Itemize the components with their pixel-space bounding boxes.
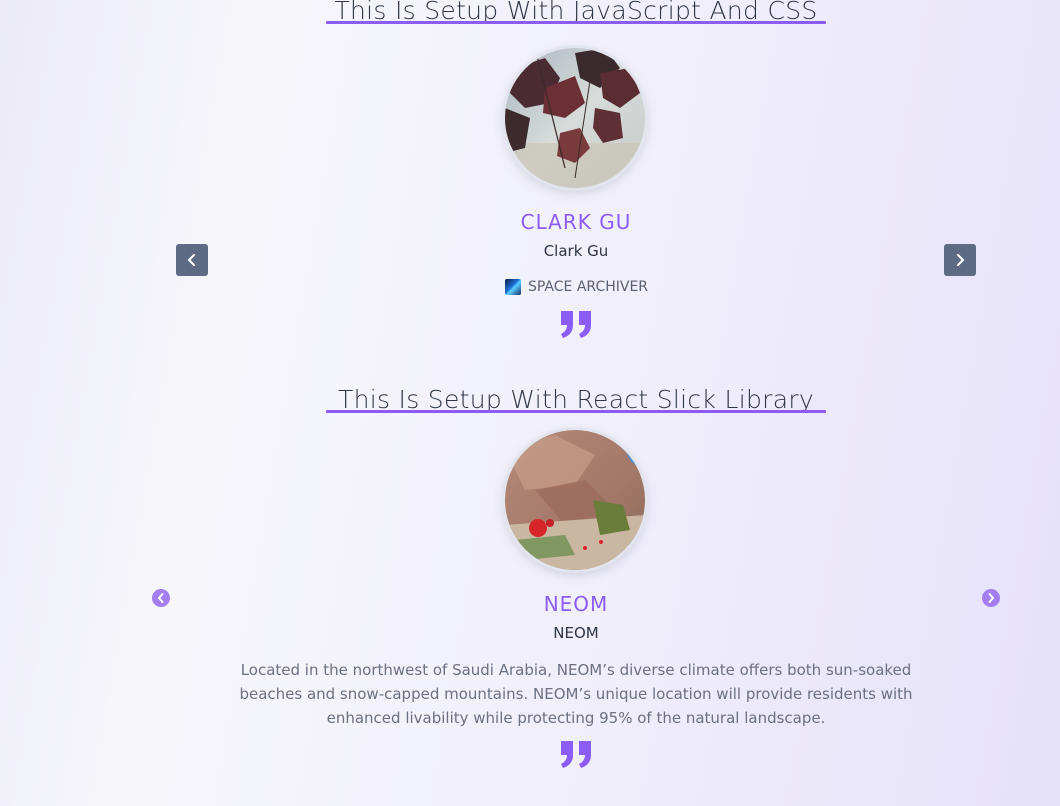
person-name: NEOM [553, 624, 599, 642]
react-slick-carousel-section: This Is Setup With React Slick Library N… [0, 0, 1060, 806]
slick-next-button[interactable] [982, 589, 1000, 607]
slick-prev-button[interactable] [152, 589, 170, 607]
title-underline [326, 410, 826, 413]
testimonial-description: Located in the northwest of Saudi Arabia… [239, 661, 913, 727]
desert-rocks-photo [505, 430, 645, 570]
arrow-circle-right-icon [988, 593, 994, 603]
quote-icon [561, 741, 591, 768]
avatar [505, 430, 645, 570]
arrow-circle-left-icon [158, 593, 164, 603]
